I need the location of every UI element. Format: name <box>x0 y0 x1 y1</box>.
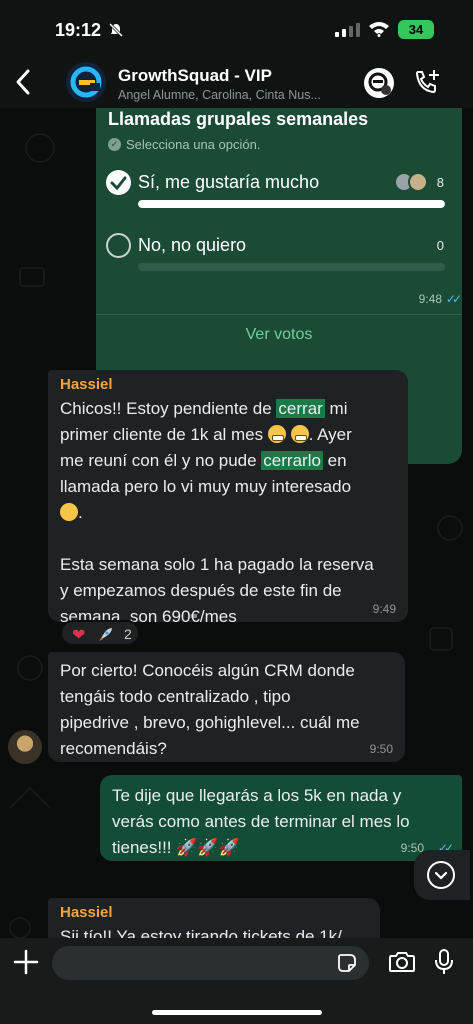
message-time: 9:49 <box>372 602 396 616</box>
text-fragment: mi <box>324 399 348 418</box>
reaction-count: 2 <box>124 626 132 642</box>
poll-option-radio[interactable] <box>106 233 131 258</box>
poll-time: 9:48 <box>418 292 442 306</box>
poll-option-label[interactable]: No, no quiero <box>138 235 246 256</box>
text-line: pipedrive , brevo, gohighlevel... cuál m… <box>60 713 360 732</box>
chat-area[interactable]: Llamadas grupales semanales ✓ Selecciona… <box>0 108 473 938</box>
check-hint-icon: ✓ <box>108 138 121 151</box>
highlighted-text[interactable]: cerrarlo <box>261 451 323 470</box>
sender-name[interactable]: Hassiel <box>60 904 113 921</box>
text-fragment: . Ayer <box>308 425 352 444</box>
sender-avatar[interactable] <box>8 730 42 764</box>
message-time: 9:50 <box>369 742 393 756</box>
chat-header: GrowthSquad - VIP Angel Alumne, Carolina… <box>0 58 473 108</box>
view-votes-button[interactable]: Ver votos <box>96 326 462 344</box>
text-line: verás como antes de terminar el mes lo <box>112 812 410 831</box>
rocket-reaction-icon <box>99 628 112 641</box>
text-fragment: . <box>78 503 83 522</box>
read-ticks-icon: ✓✓ <box>445 292 462 306</box>
text-fragment: en <box>322 451 347 470</box>
voter-avatar <box>408 172 428 192</box>
sticker-icon[interactable] <box>337 953 357 973</box>
message-text: Sii tío!! Ya estoy tirando tickets de 1k… <box>60 927 342 938</box>
grimace-emoji-icon <box>290 425 309 443</box>
group-title[interactable]: GrowthSquad - VIP <box>118 66 272 86</box>
text-line: tienes!!! 🚀🚀🚀 <box>112 838 240 857</box>
text-fragment: primer cliente de 1k al mes <box>60 425 268 444</box>
battery-indicator: 34 <box>398 20 434 39</box>
text-line: Por cierto! Conocéis algún CRM donde <box>60 661 355 680</box>
divider <box>96 314 462 315</box>
signal-icon <box>335 23 360 37</box>
message-text: Por cierto! Conocéis algún CRM donde ten… <box>60 658 360 762</box>
scroll-down-button[interactable] <box>414 850 470 900</box>
text-line: tengáis todo centralizado , tipo <box>60 687 291 706</box>
text-line: recomendáis? <box>60 739 167 758</box>
poll-option-selected-checkbox[interactable] <box>106 170 131 195</box>
reactions-pill[interactable]: ❤ 2 <box>60 620 140 646</box>
highlighted-text[interactable]: cerrar <box>276 399 325 418</box>
heart-reaction-icon: ❤ <box>72 627 86 644</box>
status-bar: 19:12 34 <box>0 0 473 58</box>
smile-emoji-icon <box>60 503 78 521</box>
incoming-message[interactable]: Hassiel Chicos!! Estoy pendiente de cerr… <box>48 370 408 626</box>
outgoing-message[interactable]: Te dije que llegarás a los 5k en nada y … <box>100 775 462 861</box>
message-text: Te dije que llegarás a los 5k en nada y … <box>112 783 410 861</box>
silent-bell-icon <box>108 22 124 38</box>
poll-title: Llamadas grupales semanales <box>108 109 369 129</box>
poll-progress-bar <box>138 263 445 271</box>
voter-avatars[interactable] <box>394 172 430 192</box>
poll-progress-fill <box>138 200 445 208</box>
poll-progress-bar <box>138 200 445 208</box>
message-text: Chicos!! Estoy pendiente de cerrar mi pr… <box>60 396 374 630</box>
text-fragment: Chicos!! Estoy pendiente de <box>60 399 277 418</box>
community-icon[interactable] <box>364 68 394 98</box>
poll-hint: Selecciona una opción. <box>126 137 261 152</box>
back-icon[interactable] <box>12 68 34 96</box>
sender-name[interactable]: Hassiel <box>60 376 113 393</box>
wifi-icon <box>369 22 389 37</box>
group-members[interactable]: Angel Alumne, Carolina, Cinta Nus... <box>118 88 343 102</box>
incoming-message[interactable]: Por cierto! Conocéis algún CRM donde ten… <box>48 652 405 762</box>
text-line: llamada pero lo vi muy muy interesado <box>60 477 352 496</box>
camera-icon[interactable] <box>388 950 416 974</box>
status-time: 19:12 <box>55 20 102 40</box>
mic-icon[interactable] <box>433 948 455 976</box>
plus-icon[interactable] <box>12 948 40 976</box>
text-line: Esta semana solo 1 ha pagado la reserva <box>60 555 374 574</box>
scroll-down-icon <box>427 861 455 889</box>
home-indicator <box>152 1010 322 1015</box>
text-line: Te dije que llegarás a los 5k en nada y <box>112 786 402 805</box>
poll-option-votes: 8 <box>436 175 444 190</box>
add-call-icon[interactable] <box>413 68 441 96</box>
group-avatar-icon[interactable] <box>66 62 106 102</box>
poll-option-label[interactable]: Sí, me gustaría mucho <box>138 172 319 193</box>
text-fragment: me reuní con él y no pude <box>60 451 262 470</box>
poll-option-votes: 0 <box>436 238 444 253</box>
message-input[interactable] <box>52 946 369 980</box>
grimace-emoji-icon <box>267 425 286 443</box>
incoming-message[interactable]: Hassiel Sii tío!! Ya estoy tirando ticke… <box>48 898 380 938</box>
compose-bar <box>0 938 473 1024</box>
text-line: y empezamos después de este fin de <box>60 581 342 600</box>
